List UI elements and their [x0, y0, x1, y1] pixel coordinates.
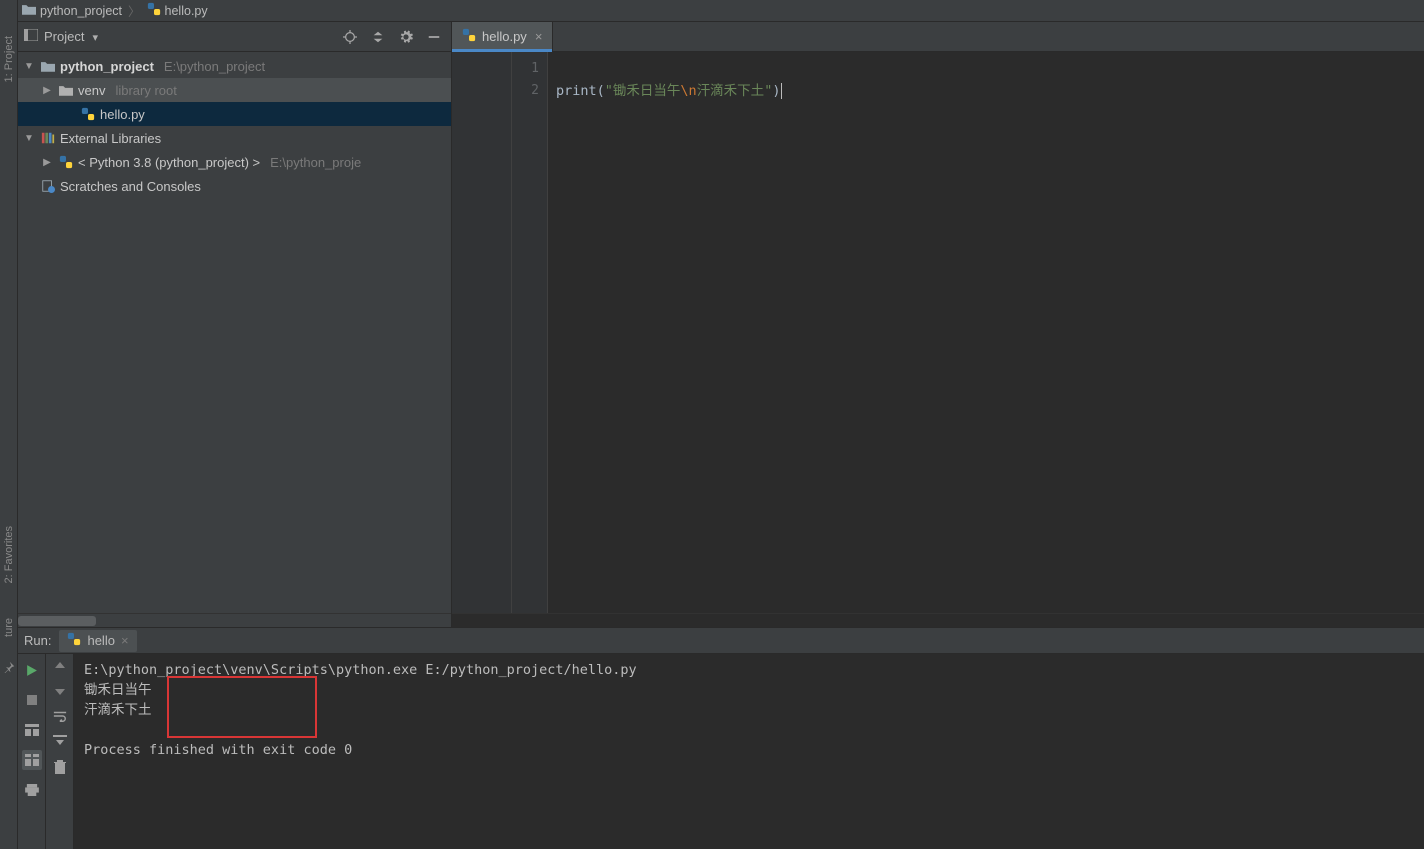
expand-all-icon[interactable]	[367, 26, 389, 48]
folder-icon	[40, 58, 56, 74]
tree-hello-label: hello.py	[100, 107, 145, 122]
tree-node-python-sdk[interactable]: ▶ < Python 3.8 (python_project) > E:\pyt…	[18, 150, 451, 174]
code-line-1[interactable]	[556, 58, 1416, 80]
chevron-right-icon[interactable]: ▶	[40, 157, 54, 168]
folder-icon	[22, 4, 36, 18]
code-body[interactable]: print("锄禾日当午\n汗滴禾下土")	[548, 52, 1424, 613]
folder-icon	[58, 82, 74, 98]
project-view-switcher[interactable]: Project	[24, 29, 98, 44]
library-icon	[40, 130, 56, 146]
locate-icon[interactable]	[339, 26, 361, 48]
tree-extlib-label: External Libraries	[60, 131, 161, 146]
breadcrumb-file[interactable]: hello.py	[147, 2, 208, 19]
favorites-toolwindow-button[interactable]: 2: Favorites	[3, 526, 15, 583]
editor-tab-label: hello.py	[482, 29, 527, 44]
run-console[interactable]: E:\python_project\venv\Scripts\python.ex…	[74, 654, 1424, 849]
scratches-icon	[40, 178, 56, 194]
line-number: 2	[512, 80, 539, 102]
left-toolwindow-stripe: 1: Project 2: Favorites ture	[0, 0, 18, 849]
rerun-icon[interactable]	[22, 660, 42, 680]
close-icon[interactable]: ×	[535, 29, 543, 44]
editor-horizontal-scrollbar[interactable]	[452, 613, 1424, 627]
tree-venv-hint: library root	[115, 83, 176, 98]
tree-sdk-path: E:\python_proje	[270, 155, 361, 170]
code-area: 1 2 print("锄禾日当午\n汗滴禾下土")	[452, 52, 1424, 613]
soft-wrap-icon[interactable]	[53, 710, 67, 725]
run-toolwindow: Run: hello × E:\python_proj	[18, 627, 1424, 849]
project-tree[interactable]: ▼ python_project E:\python_project ▶ ven…	[18, 52, 451, 613]
run-toolwindow-header: Run: hello ×	[18, 628, 1424, 654]
breadcrumb-file-label: hello.py	[165, 4, 208, 18]
scrollbar-thumb[interactable]	[18, 616, 96, 626]
pin-tab-icon[interactable]	[22, 750, 42, 770]
stop-icon[interactable]	[22, 690, 42, 710]
project-toolwindow: Project ▼	[18, 22, 452, 627]
main-area: python_project 〉 hello.py Project	[18, 0, 1424, 849]
breadcrumb-root-label: python_project	[40, 4, 122, 18]
pin-icon[interactable]	[3, 661, 15, 676]
run-tab[interactable]: hello ×	[59, 630, 136, 652]
python-file-icon	[462, 28, 476, 45]
project-horizontal-scrollbar[interactable]	[18, 613, 451, 627]
print-icon[interactable]	[22, 780, 42, 800]
line-number: 1	[512, 58, 539, 80]
run-action-toolbar	[18, 654, 46, 849]
code-line-2[interactable]: print("锄禾日当午\n汗滴禾下土")	[556, 80, 1416, 102]
breadcrumb: python_project 〉 hello.py	[18, 0, 1424, 22]
tree-node-external-libraries[interactable]: ▼ External Libraries	[18, 126, 451, 150]
tree-root-path: E:\python_project	[164, 59, 265, 74]
run-header-label: Run:	[24, 633, 51, 648]
close-icon[interactable]: ×	[121, 633, 129, 648]
tree-node-venv[interactable]: ▶ venv library root	[18, 78, 451, 102]
console-output-line: 汗滴禾下土	[84, 700, 1414, 720]
editor-left-gutter	[452, 52, 512, 613]
tree-root-label: python_project	[60, 59, 154, 74]
line-number-gutter: 1 2	[512, 52, 548, 613]
python-file-icon	[80, 106, 96, 122]
content-row: Project ▼	[18, 22, 1424, 627]
run-nav-toolbar	[46, 654, 74, 849]
chevron-down-icon[interactable]: ▼	[22, 61, 36, 72]
editor-tabs: hello.py ×	[452, 22, 1424, 52]
python-icon	[58, 154, 74, 170]
console-blank-line	[84, 720, 1414, 740]
run-body: E:\python_project\venv\Scripts\python.ex…	[18, 654, 1424, 849]
run-tab-label: hello	[87, 633, 114, 648]
scroll-to-end-icon[interactable]	[53, 735, 67, 750]
console-cmd-line: E:\python_project\venv\Scripts\python.ex…	[84, 660, 1414, 680]
chevron-down-icon	[92, 29, 98, 44]
console-output-line: 锄禾日当午	[84, 680, 1414, 700]
breadcrumb-separator: 〉	[128, 1, 141, 20]
text-cursor	[781, 83, 782, 99]
down-arrow-icon[interactable]	[54, 685, 66, 700]
gear-icon[interactable]	[395, 26, 417, 48]
breadcrumb-root[interactable]: python_project	[22, 4, 122, 18]
tree-node-hello[interactable]: ▶ hello.py	[18, 102, 451, 126]
console-exit-line: Process finished with exit code 0	[84, 740, 1414, 760]
python-file-icon	[147, 2, 161, 19]
chevron-down-icon[interactable]: ▼	[22, 133, 36, 144]
layout-icon[interactable]	[22, 720, 42, 740]
python-icon	[67, 632, 81, 649]
minimize-icon[interactable]	[423, 26, 445, 48]
tree-scratches-label: Scratches and Consoles	[60, 179, 201, 194]
project-view-icon	[24, 29, 38, 44]
delete-icon[interactable]	[54, 760, 66, 777]
tree-node-scratches[interactable]: ▶ Scratches and Consoles	[18, 174, 451, 198]
project-toolwindow-button[interactable]: 1: Project	[3, 36, 15, 82]
tree-venv-label: venv	[78, 83, 105, 98]
project-toolwindow-header: Project	[18, 22, 451, 52]
project-header-title: Project	[44, 29, 84, 44]
up-arrow-icon[interactable]	[54, 660, 66, 675]
tree-sdk-label: < Python 3.8 (python_project) >	[78, 155, 260, 170]
tree-node-root[interactable]: ▼ python_project E:\python_project	[18, 54, 451, 78]
structure-toolwindow-button[interactable]: ture	[3, 618, 15, 637]
chevron-right-icon[interactable]: ▶	[40, 85, 54, 96]
editor-tab-hello[interactable]: hello.py ×	[452, 22, 553, 51]
editor-area: hello.py × 1 2 print("锄禾日当午\n汗滴禾下土")	[452, 22, 1424, 627]
